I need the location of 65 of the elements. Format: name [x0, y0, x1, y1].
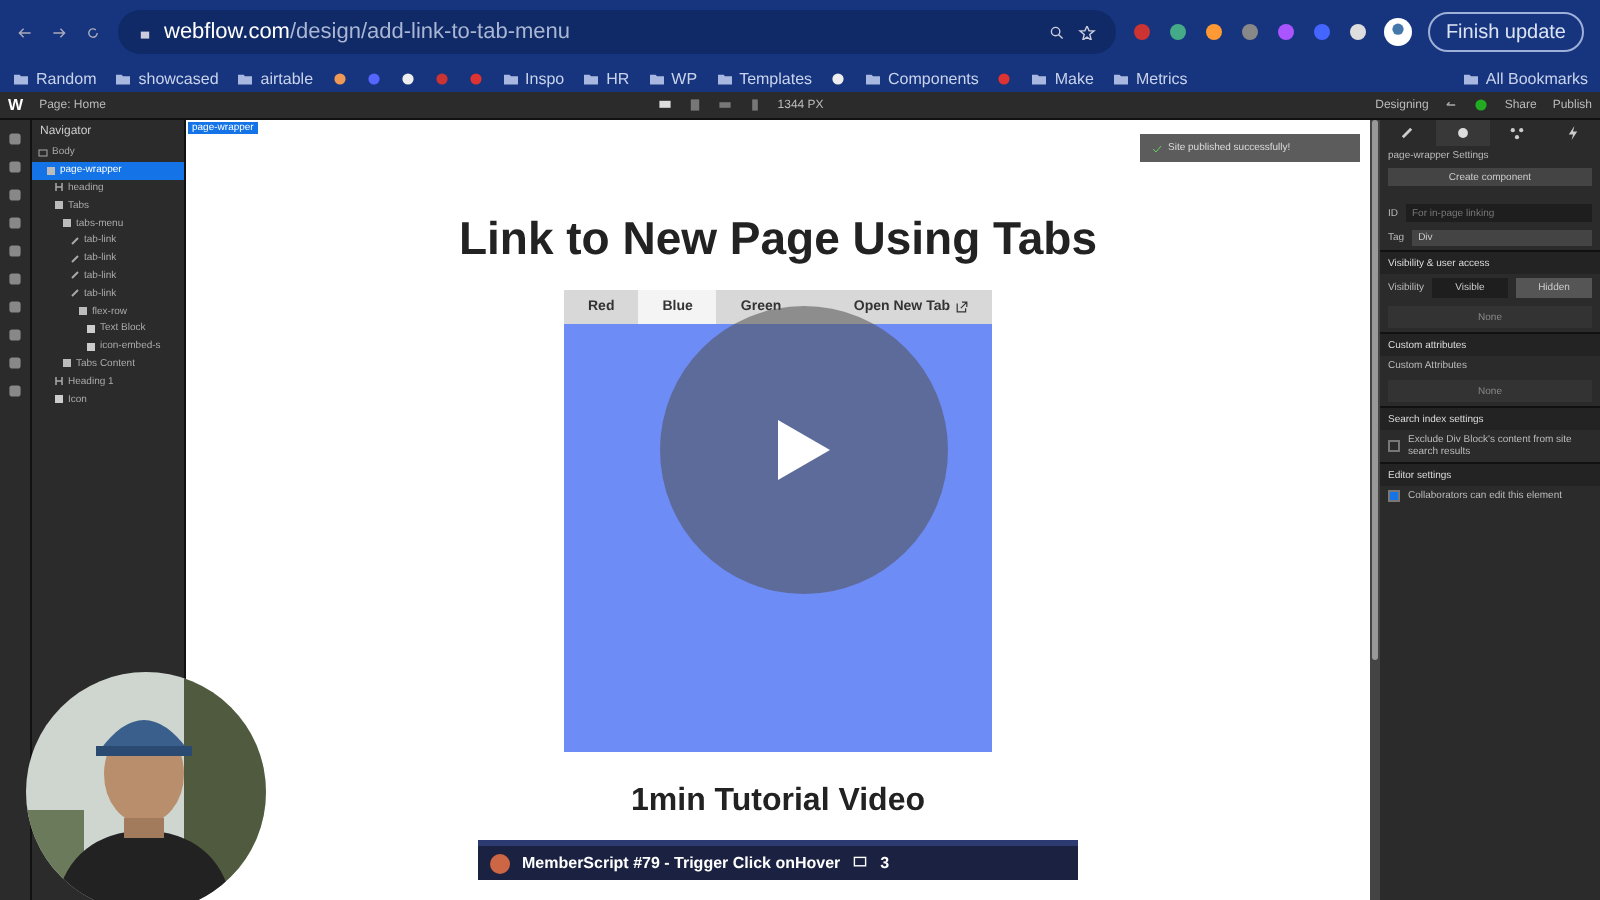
- bookmark[interactable]: WP: [647, 69, 698, 87]
- bookmark[interactable]: Make: [1030, 69, 1094, 87]
- box-icon: [46, 165, 56, 176]
- folder-icon: [236, 71, 255, 85]
- search-icon[interactable]: [1047, 25, 1066, 39]
- folder-icon: [501, 71, 520, 85]
- back-icon[interactable]: [16, 25, 34, 39]
- settings-tab[interactable]: [1435, 120, 1490, 146]
- folder-icon: [12, 71, 30, 85]
- reload-icon[interactable]: [84, 25, 102, 39]
- bookmark[interactable]: Metrics: [1111, 69, 1188, 87]
- checkbox[interactable]: [1388, 440, 1400, 452]
- bookmark[interactable]: airtable: [236, 69, 314, 87]
- folder-icon: [715, 71, 734, 85]
- heading-icon: [54, 376, 64, 387]
- nodes-icon: [1510, 126, 1525, 140]
- undo-icon[interactable]: [1444, 98, 1459, 112]
- desktop-icon[interactable]: [657, 98, 672, 112]
- box-icon: [54, 200, 64, 211]
- folder-icon: [114, 71, 133, 85]
- comment-count: 3: [880, 854, 890, 872]
- folder-icon: [647, 71, 666, 85]
- page-heading: Link to New Page Using Tabs: [458, 212, 1098, 266]
- box-icon: [62, 218, 72, 229]
- folder-icon: [1030, 71, 1049, 85]
- external-link-icon: [956, 300, 968, 314]
- star-icon[interactable]: [1077, 25, 1096, 39]
- bookmark[interactable]: Inspo: [501, 69, 565, 87]
- status-icon: [1474, 98, 1489, 112]
- all-bookmarks[interactable]: All Bookmarks: [1461, 69, 1588, 87]
- extension-icon[interactable]: [1167, 22, 1188, 42]
- avatar-icon[interactable]: [1383, 18, 1412, 46]
- heading-icon: [54, 182, 64, 193]
- bookmark[interactable]: Components: [864, 69, 979, 87]
- tablet-icon[interactable]: [687, 98, 702, 112]
- finish-update-button[interactable]: Finish update: [1427, 12, 1584, 52]
- bolt-icon: [1565, 126, 1580, 140]
- forward-icon[interactable]: [50, 25, 68, 39]
- check-icon: [1152, 141, 1162, 155]
- brush-icon: [1400, 126, 1415, 140]
- folder-icon: [582, 71, 601, 85]
- bookmark-icon[interactable]: [830, 71, 847, 85]
- folder-icon: [1461, 71, 1480, 85]
- scrollbar[interactable]: [1372, 120, 1378, 660]
- extension-icon[interactable]: [1347, 22, 1368, 42]
- phone-icon[interactable]: [747, 98, 762, 112]
- bookmark[interactable]: HR: [582, 69, 630, 87]
- bookmark[interactable]: showcased: [114, 69, 219, 87]
- video-title: MemberScript #79 - Trigger Click onHover: [522, 854, 841, 872]
- play-icon: [774, 416, 834, 484]
- box-icon: [62, 358, 72, 369]
- section-heading: 1min Tutorial Video: [631, 784, 925, 820]
- extension-icon[interactable]: [1203, 22, 1224, 42]
- bookmark[interactable]: Templates: [715, 69, 813, 87]
- folder-icon: [864, 71, 883, 85]
- bookmark[interactable]: Random: [12, 69, 97, 87]
- checkbox[interactable]: [1388, 490, 1400, 502]
- url-text: webflow.com/design/add-link-to-tab-menu: [164, 20, 571, 44]
- webflow-logo[interactable]: W: [8, 96, 24, 114]
- channel-icon: [490, 853, 510, 873]
- address-bar[interactable]: webflow.com/design/add-link-to-tab-menu: [118, 10, 1116, 54]
- comment-icon: [852, 856, 869, 870]
- box-icon: [78, 306, 88, 317]
- video-embed[interactable]: MemberScript #79 - Trigger Click onHover 3: [478, 840, 1078, 880]
- folder-icon: [1111, 71, 1130, 85]
